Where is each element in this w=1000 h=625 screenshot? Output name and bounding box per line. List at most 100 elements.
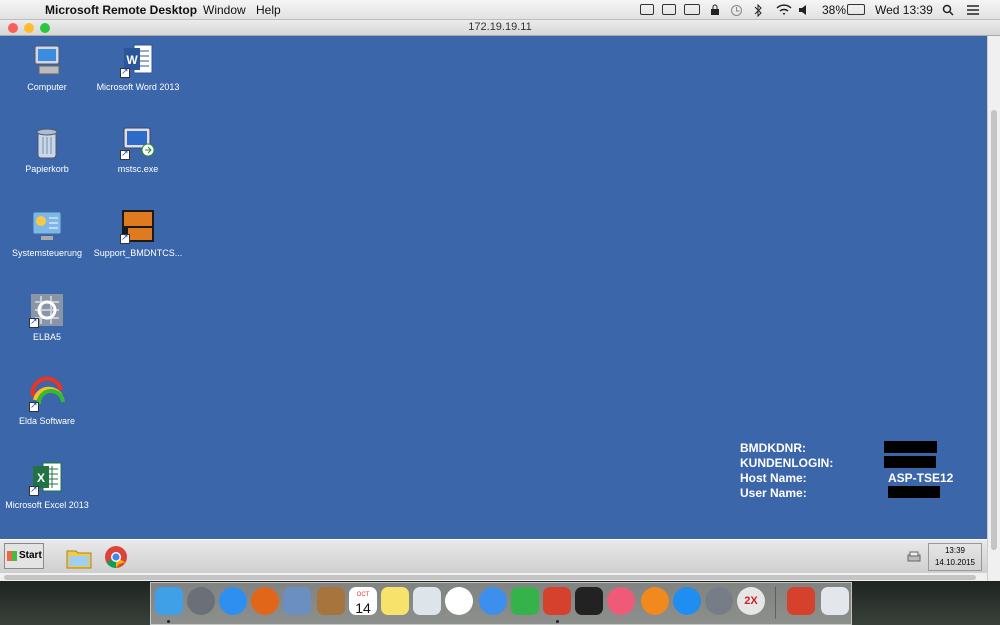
- host-name-value: ASP-TSE12: [888, 471, 954, 485]
- file-explorer-icon[interactable]: [66, 545, 92, 574]
- menubar-clock[interactable]: Wed 13:39: [875, 3, 933, 17]
- ibooks-icon[interactable]: [641, 587, 669, 615]
- lock-status-icon[interactable]: [640, 4, 654, 15]
- launchpad-icon[interactable]: [187, 587, 215, 615]
- taskbar-time: 13:39: [944, 546, 966, 555]
- lock-icon[interactable]: [709, 4, 723, 15]
- shortcut-arrow-icon: [120, 232, 130, 244]
- notification-center-icon[interactable]: [966, 4, 980, 15]
- dock: OCT 14 2X: [150, 582, 852, 625]
- windows-taskbar: Start 13:39 14.10.2015: [0, 539, 987, 573]
- safari-icon[interactable]: [219, 587, 247, 615]
- desktop-icon-elda[interactable]: Elda Software: [2, 376, 92, 427]
- start-label: Start: [19, 550, 42, 561]
- keyboard-icon[interactable]: [684, 4, 700, 15]
- firefox-icon[interactable]: [251, 587, 279, 615]
- calendar-day: 14: [355, 600, 371, 616]
- control-panel-icon: [29, 208, 65, 244]
- wifi-icon[interactable]: [776, 4, 792, 15]
- finder-icon[interactable]: [155, 587, 183, 615]
- desktop-icon-label: Support_BMDNTCS...: [93, 248, 183, 258]
- reminders-icon[interactable]: [413, 587, 441, 615]
- taskbar-clock[interactable]: 13:39 14.10.2015: [928, 543, 982, 571]
- taskbar-date: 14.10.2015: [934, 558, 976, 567]
- contacts-icon[interactable]: [317, 587, 345, 615]
- desktop-icon-label: Microsoft Word 2013: [96, 82, 180, 92]
- running-indicator: [556, 620, 559, 623]
- desktop-icon-support-bmdntcs[interactable]: Support_BMDNTCS...: [93, 208, 183, 259]
- trash-icon[interactable]: [821, 587, 849, 615]
- info-label-kundenlogin: KUNDENLOGIN:: [740, 456, 834, 470]
- desktop-icon-label: Microsoft Excel 2013: [5, 500, 89, 510]
- chrome-icon[interactable]: [104, 545, 128, 574]
- redacted-bmdkdnr: [884, 441, 937, 453]
- desktop-icon-mstsc[interactable]: mstsc.exe: [93, 124, 183, 175]
- notes-icon[interactable]: [381, 587, 409, 615]
- photo-booth-icon[interactable]: [575, 587, 603, 615]
- itunes-icon[interactable]: [607, 587, 635, 615]
- screen-mirror-icon[interactable]: [662, 4, 676, 15]
- menubar: Microsoft Remote Desktop Window Help 38%…: [0, 0, 1000, 20]
- desktop-icon-elba5[interactable]: ELBA5: [2, 292, 92, 343]
- recycle-bin-icon: [29, 124, 65, 160]
- preview-icon[interactable]: [283, 587, 311, 615]
- remote-desktop-icon: [120, 124, 156, 160]
- desktop-icon-label: mstsc.exe: [117, 164, 159, 174]
- battery-icon[interactable]: [847, 4, 865, 15]
- desktop-icon-label: Systemsteuerung: [11, 248, 83, 258]
- facetime-icon[interactable]: [511, 587, 539, 615]
- desktop-icon-recycle-bin[interactable]: Papierkorb: [2, 124, 92, 175]
- horizontal-scrollbar[interactable]: [0, 573, 987, 581]
- elba-icon: [29, 292, 65, 328]
- app-menu[interactable]: Microsoft Remote Desktop: [45, 3, 197, 17]
- photos-icon[interactable]: [445, 587, 473, 615]
- app-store-icon[interactable]: [673, 587, 701, 615]
- help-menu[interactable]: Help: [256, 3, 281, 17]
- word-icon: W: [120, 42, 156, 78]
- parallels-2x-icon[interactable]: 2X: [737, 587, 765, 615]
- desktop-icon-computer[interactable]: Computer: [2, 42, 92, 93]
- remote-desktop[interactable]: Computer W Microsoft Word 2013 Papierkor…: [0, 36, 987, 539]
- desktop-icon-label: Computer: [27, 82, 67, 92]
- window-titlebar[interactable]: 172.19.19.11: [0, 20, 1000, 36]
- volume-icon[interactable]: [798, 4, 812, 15]
- remote-desktop-dock-icon[interactable]: [543, 587, 571, 615]
- desktop-icon-label: ELBA5: [32, 332, 62, 342]
- calendar-month: OCT: [356, 592, 370, 598]
- desktop-icon-word[interactable]: W Microsoft Word 2013: [93, 42, 183, 93]
- horizontal-scroll-thumb[interactable]: [4, 575, 976, 580]
- shortcut-arrow-icon: [29, 400, 39, 412]
- info-label-user-name: User Name:: [740, 486, 807, 500]
- bmd-tcs-icon: [120, 208, 156, 244]
- calendar-icon[interactable]: OCT 14: [349, 587, 377, 616]
- info-label-host-name: Host Name:: [740, 471, 807, 485]
- info-label-bmdkdnr: BMDKDNR:: [740, 441, 806, 455]
- start-button[interactable]: Start: [4, 543, 44, 569]
- windows-flag-icon: [7, 551, 17, 561]
- desktop-icon-control-panel[interactable]: Systemsteuerung: [2, 208, 92, 259]
- desktop-icon-excel[interactable]: X Microsoft Excel 2013: [2, 460, 92, 511]
- redacted-user-name: [888, 486, 940, 498]
- printer-tray-icon[interactable]: [907, 550, 921, 568]
- bluetooth-icon[interactable]: [753, 3, 767, 18]
- elda-icon: [29, 376, 65, 412]
- computer-icon: [29, 42, 65, 78]
- system-preferences-icon[interactable]: [705, 587, 733, 615]
- vertical-scrollbar[interactable]: [987, 36, 1000, 581]
- spotlight-search-icon[interactable]: [942, 4, 956, 16]
- time-machine-icon[interactable]: [730, 4, 744, 16]
- vertical-scroll-thumb[interactable]: [991, 110, 997, 550]
- window-title: 172.19.19.11: [468, 21, 532, 33]
- messages-icon[interactable]: [479, 587, 507, 615]
- shortcut-arrow-icon: [120, 148, 130, 160]
- window-menu[interactable]: Window: [203, 3, 246, 17]
- remote-desktop-folder-icon[interactable]: [787, 587, 815, 615]
- svg-text:W: W: [126, 53, 138, 67]
- redacted-kundenlogin: [884, 456, 936, 468]
- shortcut-arrow-icon: [120, 66, 130, 78]
- shortcut-arrow-icon: [29, 484, 39, 496]
- shortcut-arrow-icon: [29, 316, 39, 328]
- svg-text:X: X: [37, 471, 45, 485]
- dock-separator: [775, 587, 776, 619]
- excel-icon: X: [29, 460, 65, 496]
